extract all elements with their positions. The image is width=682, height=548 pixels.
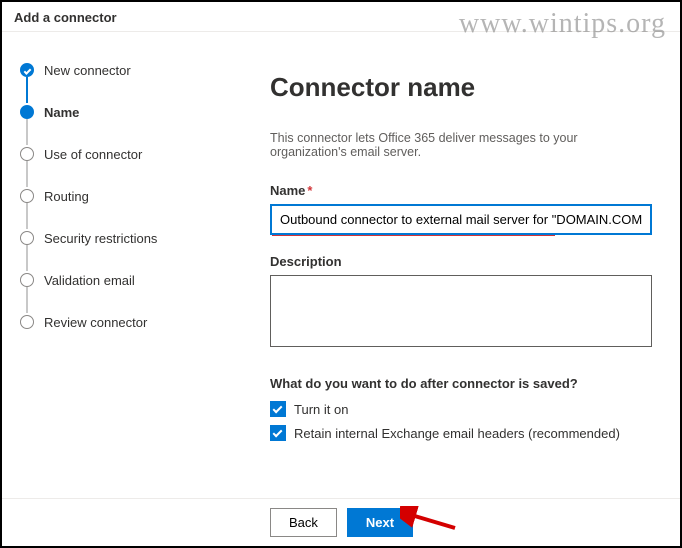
checkbox-turn-it-on[interactable]: Turn it on: [270, 401, 652, 417]
required-asterisk: *: [307, 183, 312, 198]
name-field-label: Name*: [270, 183, 652, 198]
checkbox-checked-icon: [270, 425, 286, 441]
step-current-icon: [20, 105, 34, 119]
name-label-text: Name: [270, 183, 305, 198]
back-button[interactable]: Back: [270, 508, 337, 537]
step-name[interactable]: Name: [20, 102, 202, 122]
description-field-label: Description: [270, 254, 652, 269]
intro-text: This connector lets Office 365 deliver m…: [270, 131, 652, 159]
checkbox-retain-headers[interactable]: Retain internal Exchange email headers (…: [270, 425, 652, 441]
step-upcoming-icon: [20, 189, 34, 203]
step-upcoming-icon: [20, 273, 34, 287]
page-title: Connector name: [270, 72, 652, 103]
main-panel: Connector name This connector lets Offic…: [202, 32, 680, 494]
content-wrap: New connector Name Use of connector Rout…: [2, 32, 680, 494]
checkbox-checked-icon: [270, 401, 286, 417]
step-connector-line: [26, 77, 28, 103]
footer-bar: Back Next: [2, 498, 680, 546]
name-input[interactable]: [270, 204, 652, 235]
panel-title: Add a connector: [14, 10, 117, 25]
step-review-connector[interactable]: Review connector: [20, 312, 202, 332]
step-label: New connector: [44, 63, 131, 78]
step-connector-line: [26, 287, 28, 313]
step-label: Validation email: [44, 273, 135, 288]
after-save-question: What do you want to do after connector i…: [270, 376, 652, 391]
step-use-of-connector[interactable]: Use of connector: [20, 144, 202, 164]
checkbox-label: Turn it on: [294, 402, 348, 417]
step-label: Security restrictions: [44, 231, 157, 246]
description-textarea[interactable]: [270, 275, 652, 347]
step-completed-icon: [20, 63, 34, 77]
step-label: Use of connector: [44, 147, 142, 162]
step-label: Review connector: [44, 315, 147, 330]
step-connector-line: [26, 119, 28, 145]
step-label: Name: [44, 105, 79, 120]
step-upcoming-icon: [20, 315, 34, 329]
step-routing[interactable]: Routing: [20, 186, 202, 206]
checkbox-label: Retain internal Exchange email headers (…: [294, 426, 620, 441]
step-connector-line: [26, 245, 28, 271]
step-connector-line: [26, 203, 28, 229]
wizard-steps-sidebar: New connector Name Use of connector Rout…: [2, 32, 202, 494]
step-security-restrictions[interactable]: Security restrictions: [20, 228, 202, 248]
next-button[interactable]: Next: [347, 508, 413, 537]
step-new-connector[interactable]: New connector: [20, 60, 202, 80]
step-label: Routing: [44, 189, 89, 204]
step-connector-line: [26, 161, 28, 187]
step-upcoming-icon: [20, 147, 34, 161]
panel-header: Add a connector: [2, 2, 680, 32]
step-validation-email[interactable]: Validation email: [20, 270, 202, 290]
step-upcoming-icon: [20, 231, 34, 245]
